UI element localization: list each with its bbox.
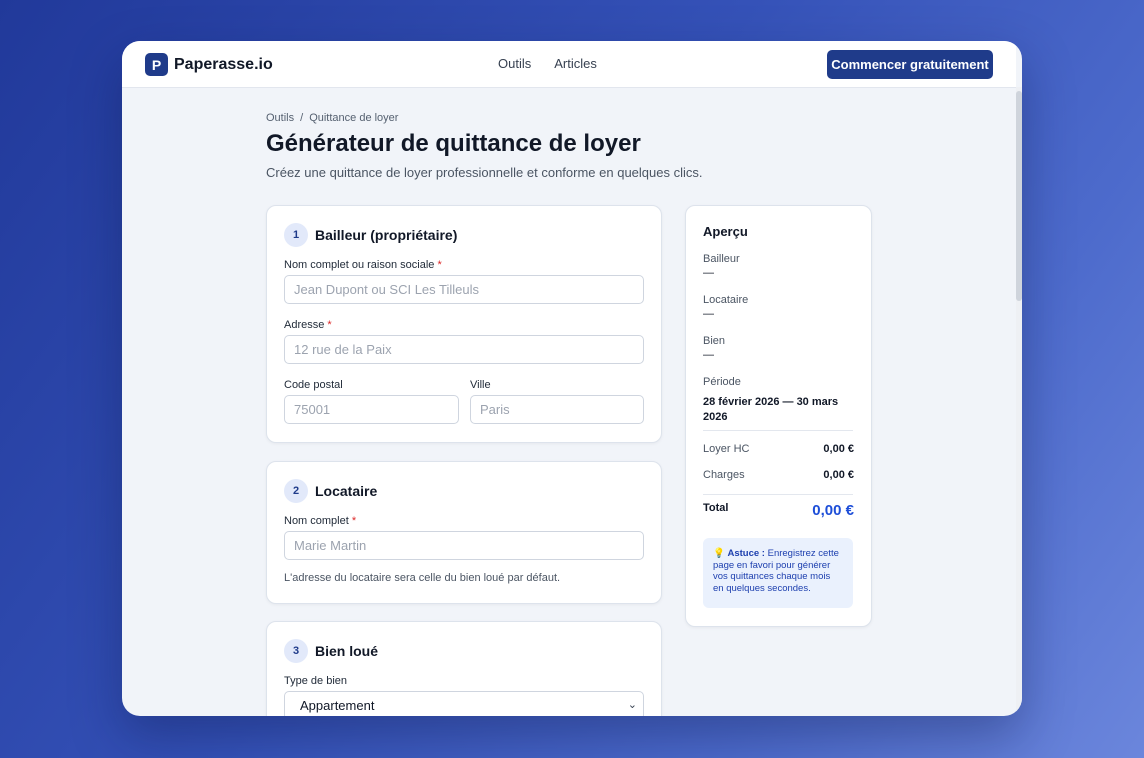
nav-link-outils[interactable]: Outils bbox=[498, 56, 531, 71]
divider bbox=[703, 430, 853, 431]
preview-card: Aperçu Bailleur — Locataire — Bien — Pér… bbox=[685, 205, 872, 627]
top-navbar: P Paperasse.io Outils Articles Commencer… bbox=[122, 41, 1016, 88]
locataire-hint: L'adresse du locataire sera celle du bie… bbox=[284, 572, 561, 584]
locataire-name-input[interactable]: Marie Martin bbox=[284, 531, 644, 560]
preview-bien-label: Bien bbox=[703, 335, 726, 347]
label-text: Adresse bbox=[284, 319, 325, 331]
preview-loyer-value: 0,00 € bbox=[823, 443, 854, 455]
preview-bailleur-value: — bbox=[703, 267, 714, 279]
breadcrumb: Outils / Quittance de loyer bbox=[266, 112, 398, 124]
preview-locataire-value: — bbox=[703, 308, 714, 320]
start-free-button[interactable]: Commencer gratuitement bbox=[827, 50, 993, 79]
tip-title: Astuce : bbox=[727, 548, 765, 559]
required-marker: * bbox=[437, 259, 442, 271]
lightbulb-icon: 💡 bbox=[713, 548, 725, 559]
breadcrumb-current: Quittance de loyer bbox=[309, 112, 399, 124]
bailleur-city-label: Ville bbox=[470, 379, 491, 391]
locataire-card-header: 2 Locataire bbox=[284, 479, 377, 503]
preview-title: Aperçu bbox=[703, 224, 748, 239]
breadcrumb-link-outils[interactable]: Outils bbox=[266, 112, 294, 124]
bien-type-select[interactable]: Appartement ⌄ bbox=[284, 691, 644, 716]
bailleur-card-header: 1 Bailleur (propriétaire) bbox=[284, 223, 457, 247]
bailleur-name-label: Nom complet ou raison sociale * bbox=[284, 259, 442, 271]
bailleur-name-input[interactable]: Jean Dupont ou SCI Les Tilleuls bbox=[284, 275, 644, 304]
preview-locataire-label: Locataire bbox=[703, 294, 749, 306]
preview-total-label: Total bbox=[703, 502, 729, 514]
logo-mark: P bbox=[145, 53, 168, 76]
label-text: Nom complet bbox=[284, 515, 349, 527]
scrollbar-thumb[interactable] bbox=[1016, 91, 1022, 301]
bailleur-card-title: Bailleur (propriétaire) bbox=[315, 227, 458, 243]
required-marker: * bbox=[327, 319, 332, 331]
breadcrumb-separator: / bbox=[300, 112, 304, 124]
logo[interactable]: P Paperasse.io bbox=[145, 53, 273, 76]
label-text: Nom complet ou raison sociale bbox=[284, 259, 435, 271]
locataire-name-label: Nom complet * bbox=[284, 515, 356, 527]
preview-bien-value: — bbox=[703, 349, 714, 361]
nav-link-articles[interactable]: Articles bbox=[554, 56, 597, 71]
bailleur-zip-input[interactable]: 75001 bbox=[284, 395, 459, 424]
page-subtitle: Créez une quittance de loyer professionn… bbox=[266, 165, 703, 180]
preview-charges-value: 0,00 € bbox=[823, 469, 854, 481]
step-badge: 3 bbox=[284, 639, 308, 663]
step-badge: 1 bbox=[284, 223, 308, 247]
preview-periode-value: 28 février 2026 — 30 mars 2026 bbox=[703, 396, 839, 423]
bien-card: 3 Bien loué Type de bien Appartement ⌄ bbox=[266, 621, 662, 716]
bien-type-label: Type de bien bbox=[284, 675, 347, 687]
page-title: Générateur de quittance de loyer bbox=[266, 130, 641, 157]
main-nav: Outils Articles bbox=[498, 56, 597, 71]
bailleur-city-input[interactable]: Paris bbox=[470, 395, 644, 424]
bien-card-title: Bien loué bbox=[315, 643, 379, 659]
select-value: Appartement bbox=[300, 698, 375, 713]
bailleur-card: 1 Bailleur (propriétaire) Nom complet ou… bbox=[266, 205, 662, 443]
tip-box: 💡 Astuce : Enregistrez cette page en fav… bbox=[703, 538, 853, 608]
locataire-card-title: Locataire bbox=[315, 483, 378, 499]
preview-bailleur-label: Bailleur bbox=[703, 253, 740, 265]
divider bbox=[703, 494, 853, 495]
required-marker: * bbox=[351, 515, 357, 527]
preview-charges-label: Charges bbox=[703, 469, 745, 481]
preview-periode-label: Période bbox=[703, 376, 741, 388]
browser-window: P Paperasse.io Outils Articles Commencer… bbox=[122, 41, 1022, 716]
chevron-down-icon: ⌄ bbox=[627, 699, 637, 711]
locataire-card: 2 Locataire Nom complet * Marie Martin L… bbox=[266, 461, 662, 604]
logo-text: Paperasse.io bbox=[174, 55, 273, 73]
preview-total-value: 0,00 € bbox=[812, 502, 854, 519]
bien-card-header: 3 Bien loué bbox=[284, 639, 378, 663]
bailleur-zip-label: Code postal bbox=[284, 379, 343, 391]
step-badge: 2 bbox=[284, 479, 308, 503]
bailleur-address-label: Adresse * bbox=[284, 319, 332, 331]
preview-loyer-label: Loyer HC bbox=[703, 443, 750, 455]
bailleur-address-input[interactable]: 12 rue de la Paix bbox=[284, 335, 644, 364]
